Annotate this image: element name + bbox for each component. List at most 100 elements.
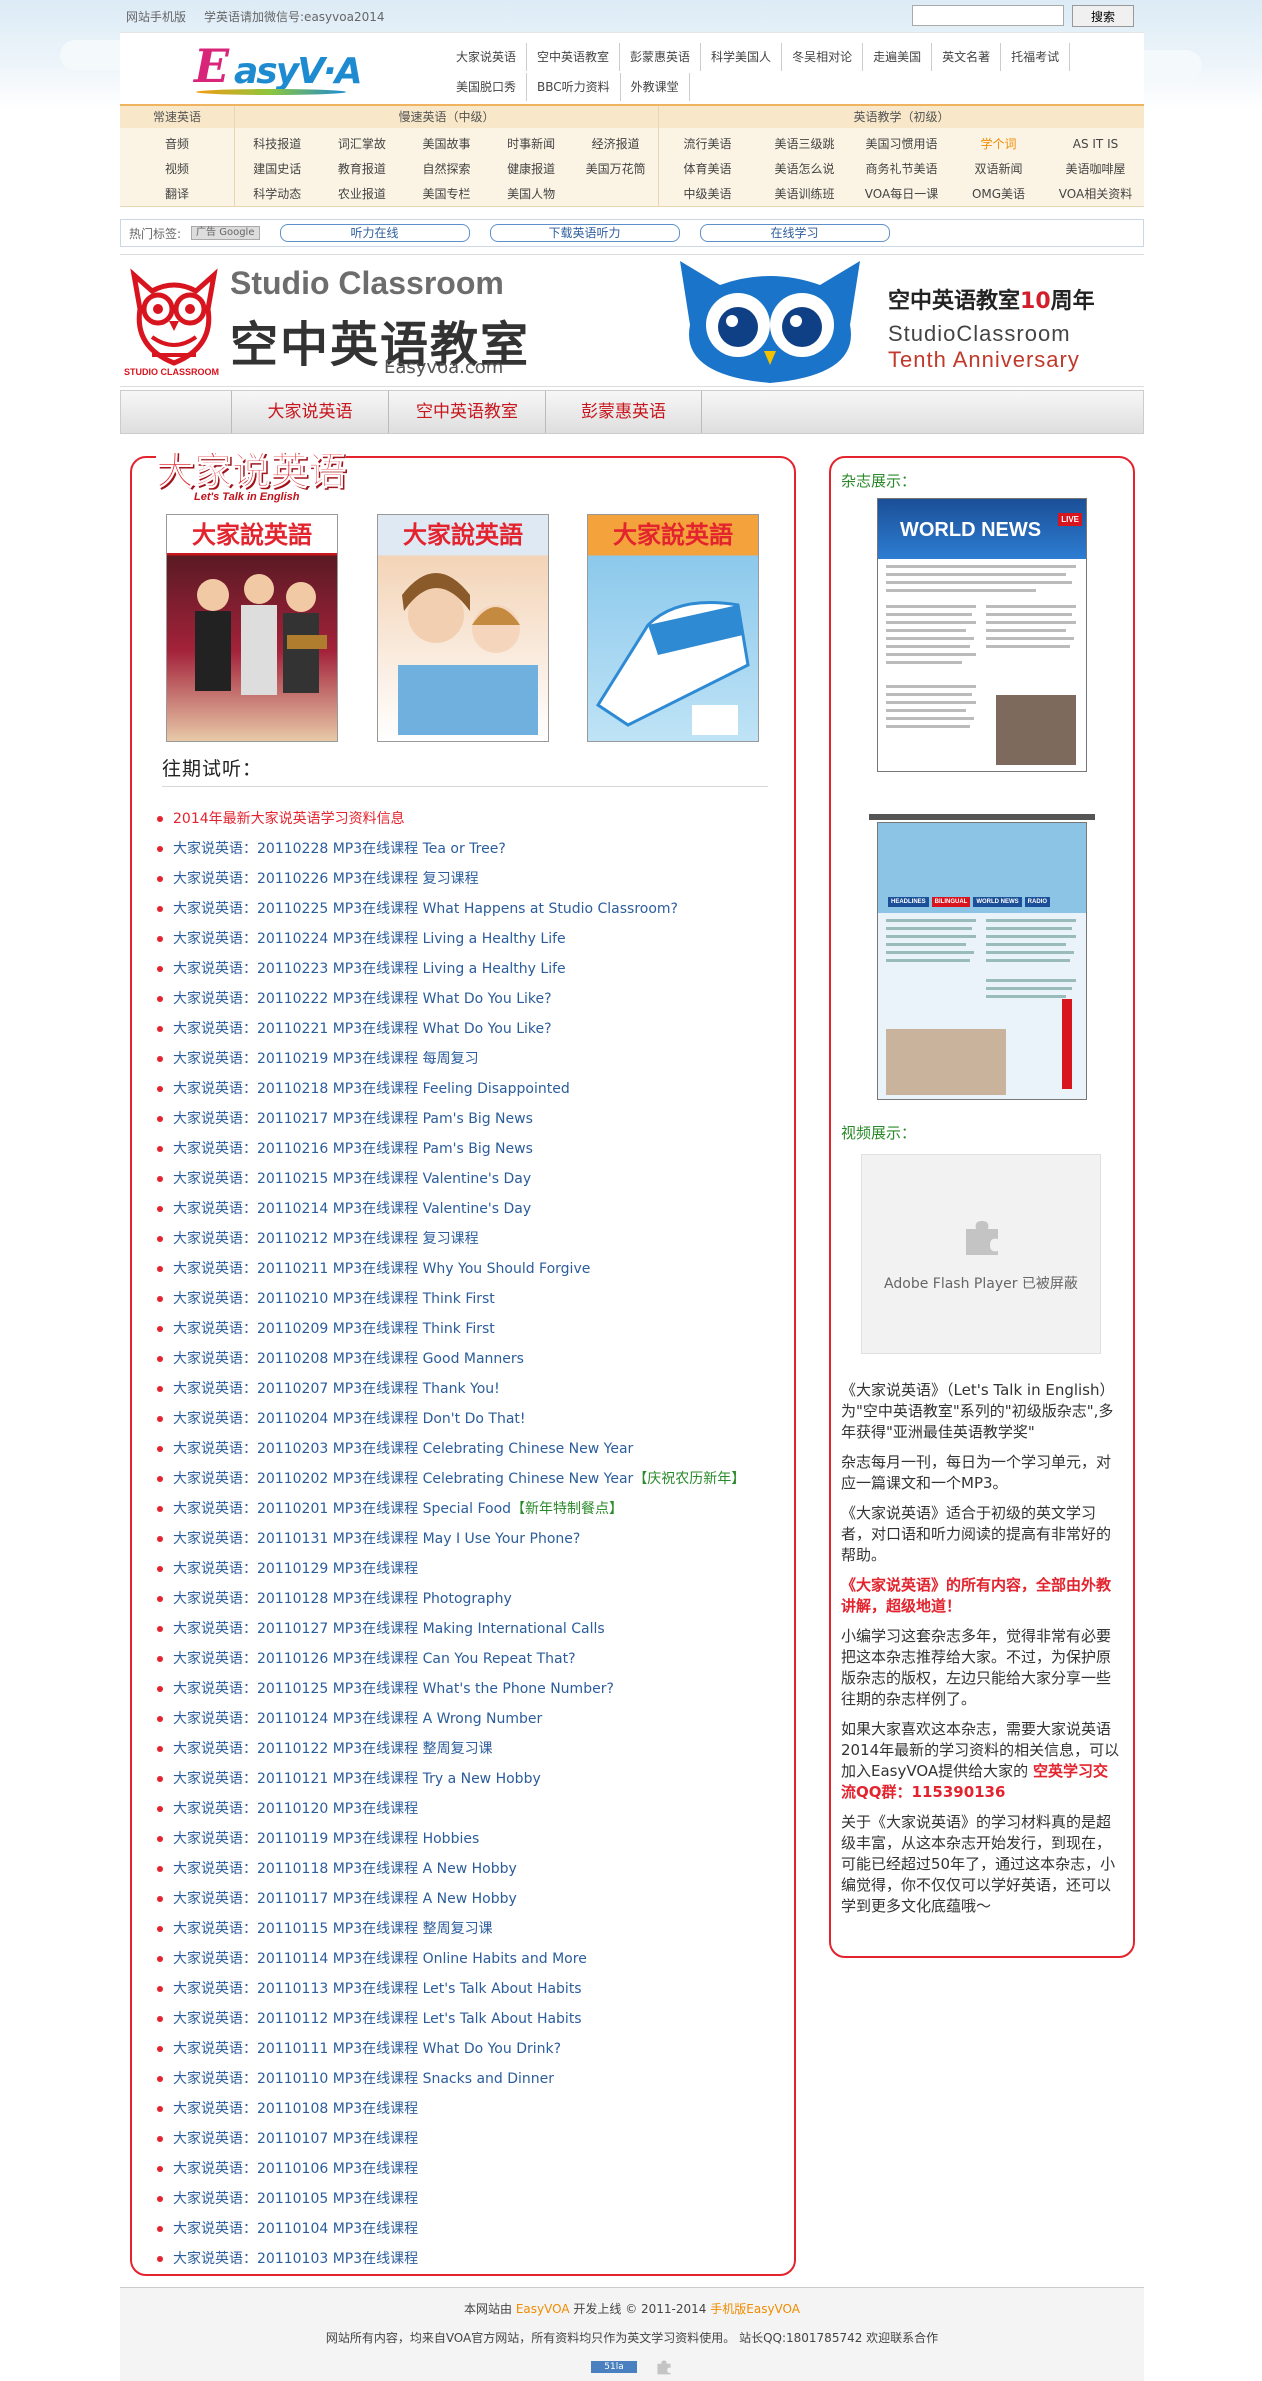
category-link[interactable]: 教育报道 bbox=[320, 160, 405, 177]
category-link[interactable]: 美语咖啡屋 bbox=[1047, 160, 1144, 177]
lesson-item[interactable]: 大家说英语：20110221 MP3在线课程 What Do You Like? bbox=[155, 1014, 775, 1044]
lesson-item[interactable]: 2014年最新大家说英语学习资料信息 bbox=[155, 804, 775, 834]
lesson-link[interactable]: 大家说英语：20110214 MP3在线课程 Valentine's Day bbox=[173, 1201, 531, 1217]
lesson-link[interactable]: 大家说英语：20110114 MP3在线课程 Online Habits and… bbox=[173, 1951, 587, 1967]
category-link[interactable]: 商务礼节美语 bbox=[853, 160, 950, 177]
topnav-link[interactable]: BBC听力资料 bbox=[527, 73, 621, 101]
category-link[interactable]: OMG美语 bbox=[950, 185, 1047, 202]
lesson-item[interactable]: 大家说英语：20110119 MP3在线课程 Hobbies bbox=[155, 1824, 775, 1854]
lesson-item[interactable]: 大家说英语：20110226 MP3在线课程 复习课程 bbox=[155, 864, 775, 894]
lesson-link[interactable]: 大家说英语：20110207 MP3在线课程 Thank You! bbox=[173, 1381, 500, 1397]
lesson-item[interactable]: 大家说英语：20110104 MP3在线课程 bbox=[155, 2214, 775, 2244]
lesson-item[interactable]: 大家说英语：20110209 MP3在线课程 Think First bbox=[155, 1314, 775, 1344]
topnav-link[interactable]: 冬吴相对论 bbox=[782, 43, 864, 71]
flash-player-blocked[interactable]: Adobe Flash Player 已被屏蔽 bbox=[861, 1154, 1101, 1354]
lesson-link[interactable]: 大家说英语：20110228 MP3在线课程 Tea or Tree? bbox=[173, 841, 506, 857]
stats-badge[interactable]: 51la bbox=[591, 2361, 637, 2373]
magazine-cover[interactable]: 大家說英語 bbox=[377, 514, 549, 742]
category-link[interactable]: 美国习惯用语 bbox=[853, 135, 950, 152]
category-link[interactable]: 双语新闻 bbox=[950, 160, 1047, 177]
category-link[interactable]: 中级美语 bbox=[659, 185, 756, 202]
lesson-item[interactable]: 大家说英语：20110114 MP3在线课程 Online Habits and… bbox=[155, 1944, 775, 1974]
lesson-item[interactable]: 大家说英语：20110210 MP3在线课程 Think First bbox=[155, 1284, 775, 1314]
lesson-link[interactable]: 大家说英语：20110224 MP3在线课程 Living a Healthy … bbox=[173, 931, 566, 947]
hot-tag-link[interactable]: 在线学习 bbox=[699, 224, 890, 242]
category-link[interactable]: VOA每日一课 bbox=[853, 185, 950, 202]
category-link[interactable]: 词汇掌故 bbox=[320, 135, 405, 152]
lesson-link[interactable]: 大家说英语：20110112 MP3在线课程 Let's Talk About … bbox=[173, 2011, 582, 2027]
lesson-link[interactable]: 大家说英语：20110202 MP3在线课程 Celebrating Chine… bbox=[173, 1471, 633, 1487]
tab-pengmenghui[interactable]: 彭蒙惠英语 bbox=[545, 391, 702, 433]
lesson-item[interactable]: 大家说英语：20110127 MP3在线课程 Making Internatio… bbox=[155, 1614, 775, 1644]
lesson-link[interactable]: 大家说英语：20110107 MP3在线课程 bbox=[173, 2131, 418, 2147]
topnav-link[interactable]: 空中英语教室 bbox=[527, 43, 621, 71]
lesson-link[interactable]: 大家说英语：20110115 MP3在线课程 整周复习课 bbox=[173, 1921, 493, 1937]
category-link[interactable]: 科学动态 bbox=[235, 185, 320, 202]
lesson-link[interactable]: 大家说英语：20110104 MP3在线课程 bbox=[173, 2221, 418, 2237]
lesson-item[interactable]: 大家说英语：20110105 MP3在线课程 bbox=[155, 2184, 775, 2214]
lesson-link[interactable]: 大家说英语：20110211 MP3在线课程 Why You Should Fo… bbox=[173, 1261, 590, 1277]
lesson-link[interactable]: 大家说英语：20110131 MP3在线课程 May I Use Your Ph… bbox=[173, 1531, 580, 1547]
lesson-link[interactable]: 大家说英语：20110106 MP3在线课程 bbox=[173, 2161, 418, 2177]
lesson-link[interactable]: 大家说英语：20110117 MP3在线课程 A New Hobby bbox=[173, 1891, 517, 1907]
lesson-link[interactable]: 大家说英语：20110217 MP3在线课程 Pam's Big News bbox=[173, 1111, 533, 1127]
category-link[interactable]: 视频 bbox=[120, 160, 234, 177]
lesson-link[interactable]: 大家说英语：20110118 MP3在线课程 A New Hobby bbox=[173, 1861, 517, 1877]
magazine-cover[interactable]: 大家說英語 bbox=[587, 514, 759, 742]
lesson-item[interactable]: 大家说英语：20110125 MP3在线课程 What's the Phone … bbox=[155, 1674, 775, 1704]
topnav-link[interactable]: 大家说英语 bbox=[446, 43, 528, 71]
lesson-item[interactable]: 大家说英语：20110107 MP3在线课程 bbox=[155, 2124, 775, 2154]
category-link[interactable]: 翻译 bbox=[120, 185, 234, 202]
lesson-link[interactable]: 大家说英语：20110110 MP3在线课程 Snacks and Dinner bbox=[173, 2071, 554, 2087]
magazine-page-1[interactable]: WORLD NEWS LIVE bbox=[877, 498, 1087, 772]
lesson-item[interactable]: 大家说英语：20110110 MP3在线课程 Snacks and Dinner bbox=[155, 2064, 775, 2094]
lesson-item[interactable]: 大家说英语：20110108 MP3在线课程 bbox=[155, 2094, 775, 2124]
lesson-item[interactable]: 大家说英语：20110111 MP3在线课程 What Do You Drink… bbox=[155, 2034, 775, 2064]
easyvoa-logo[interactable]: E asyV·A bbox=[194, 39, 364, 99]
lesson-link[interactable]: 大家说英语：20110127 MP3在线课程 Making Internatio… bbox=[173, 1621, 605, 1637]
topnav-link[interactable]: 科学美国人 bbox=[701, 43, 783, 71]
category-link[interactable]: 美国万花筒 bbox=[573, 160, 658, 177]
lesson-item[interactable]: 大家说英语：20110103 MP3在线课程 bbox=[155, 2244, 775, 2274]
category-link[interactable]: 美语怎么说 bbox=[756, 160, 853, 177]
lesson-link[interactable]: 大家说英语：20110129 MP3在线课程 bbox=[173, 1561, 418, 1577]
lesson-item[interactable]: 大家说英语：20110228 MP3在线课程 Tea or Tree? bbox=[155, 834, 775, 864]
lesson-item[interactable]: 大家说英语：20110215 MP3在线课程 Valentine's Day bbox=[155, 1164, 775, 1194]
lesson-item[interactable]: 大家说英语：20110112 MP3在线课程 Let's Talk About … bbox=[155, 2004, 775, 2034]
lesson-item[interactable]: 大家说英语：20110212 MP3在线课程 复习课程 bbox=[155, 1224, 775, 1254]
category-link[interactable]: 农业报道 bbox=[320, 185, 405, 202]
lesson-item[interactable]: 大家说英语：20110202 MP3在线课程 Celebrating Chine… bbox=[155, 1464, 775, 1494]
tab-kongzhong[interactable]: 空中英语教室 bbox=[388, 391, 545, 433]
lesson-link[interactable]: 大家说英语：20110210 MP3在线课程 Think First bbox=[173, 1291, 495, 1307]
lesson-link[interactable]: 大家说英语：20110122 MP3在线课程 整周复习课 bbox=[173, 1741, 493, 1757]
lesson-link[interactable]: 大家说英语：20110121 MP3在线课程 Try a New Hobby bbox=[173, 1771, 541, 1787]
lesson-item[interactable]: 大家说英语：20110106 MP3在线课程 bbox=[155, 2154, 775, 2184]
search-button[interactable]: 搜索 bbox=[1072, 5, 1134, 27]
lesson-item[interactable]: 大家说英语：20110208 MP3在线课程 Good Manners bbox=[155, 1344, 775, 1374]
lesson-item[interactable]: 大家说英语：20110124 MP3在线课程 A Wrong Number bbox=[155, 1704, 775, 1734]
lesson-link[interactable]: 大家说英语：20110201 MP3在线课程 Special Food bbox=[173, 1501, 511, 1517]
category-link[interactable]: 科技报道 bbox=[235, 135, 320, 152]
lesson-item[interactable]: 大家说英语：20110223 MP3在线课程 Living a Healthy … bbox=[155, 954, 775, 984]
lesson-item[interactable]: 大家说英语：20110204 MP3在线课程 Don't Do That! bbox=[155, 1404, 775, 1434]
lesson-link[interactable]: 2014年最新大家说英语学习资料信息 bbox=[173, 811, 405, 827]
lesson-item[interactable]: 大家说英语：20110225 MP3在线课程 What Happens at S… bbox=[155, 894, 775, 924]
lesson-item[interactable]: 大家说英语：20110216 MP3在线课程 Pam's Big News bbox=[155, 1134, 775, 1164]
lesson-item[interactable]: 大家说英语：20110207 MP3在线课程 Thank You! bbox=[155, 1374, 775, 1404]
lesson-item[interactable]: 大家说英语：20110203 MP3在线课程 Celebrating Chine… bbox=[155, 1434, 775, 1464]
lesson-link[interactable]: 大家说英语：20110203 MP3在线课程 Celebrating Chine… bbox=[173, 1441, 633, 1457]
lesson-link[interactable]: 大家说英语：20110126 MP3在线课程 Can You Repeat Th… bbox=[173, 1651, 576, 1667]
lesson-link[interactable]: 大家说英语：20110103 MP3在线课程 bbox=[173, 2251, 418, 2267]
lesson-link[interactable]: 大家说英语：20110128 MP3在线课程 Photography bbox=[173, 1591, 512, 1607]
lesson-link[interactable]: 大家说英语：20110105 MP3在线课程 bbox=[173, 2191, 418, 2207]
lesson-link[interactable]: 大家说英语：20110113 MP3在线课程 Let's Talk About … bbox=[173, 1981, 582, 1997]
lesson-link[interactable]: 大家说英语：20110216 MP3在线课程 Pam's Big News bbox=[173, 1141, 533, 1157]
lesson-item[interactable]: 大家说英语：20110217 MP3在线课程 Pam's Big News bbox=[155, 1104, 775, 1134]
lesson-link[interactable]: 大家说英语：20110209 MP3在线课程 Think First bbox=[173, 1321, 495, 1337]
category-link[interactable]: 美国人物 bbox=[489, 185, 574, 202]
lesson-item[interactable]: 大家说英语：20110131 MP3在线课程 May I Use Your Ph… bbox=[155, 1524, 775, 1554]
topnav-link[interactable]: 彭蒙惠英语 bbox=[620, 43, 702, 71]
category-link[interactable]: 美语训练班 bbox=[756, 185, 853, 202]
lesson-item[interactable]: 大家说英语：20110224 MP3在线课程 Living a Healthy … bbox=[155, 924, 775, 954]
lesson-item[interactable]: 大家说英语：20110219 MP3在线课程 每周复习 bbox=[155, 1044, 775, 1074]
